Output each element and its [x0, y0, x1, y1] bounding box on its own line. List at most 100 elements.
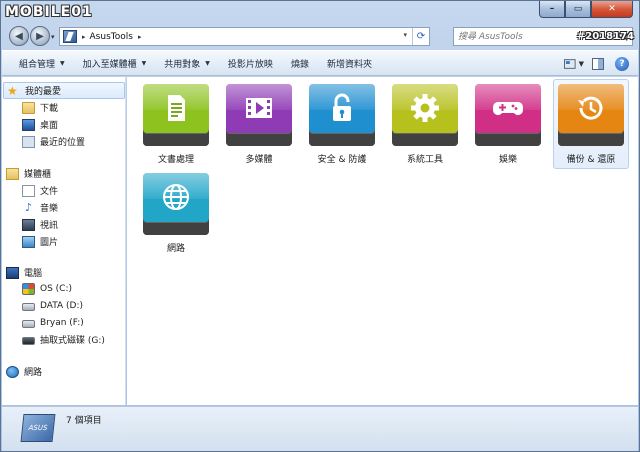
refresh-button[interactable]: ⟳ [412, 28, 429, 45]
new-folder-label: 新增資料夾 [326, 59, 372, 70]
star-icon: ★ [7, 83, 18, 98]
burn-label: 燒錄 [290, 59, 309, 70]
recent-pages-dropdown[interactable]: ▾ [51, 33, 55, 41]
document-library-icon [22, 184, 35, 197]
tile-image [558, 84, 624, 146]
site-watermark: MOBILE01 [5, 4, 93, 20]
add-to-library-button[interactable]: 加入至媒體櫃 ▼ [74, 53, 156, 73]
help-icon: ? [615, 57, 629, 71]
folder-tile[interactable]: 文書處理 [138, 79, 214, 169]
caret-down-icon: ▼ [60, 59, 65, 67]
address-bar[interactable]: ▸ AsusTools ▸ ▾ ⟳ [59, 27, 430, 46]
caret-down-icon: ▼ [578, 60, 584, 68]
tile-image [309, 84, 375, 146]
sidebar-item-favorites[interactable]: ★ 我的最愛 [3, 82, 125, 99]
tile-label: 娛樂 [498, 155, 517, 165]
sidebar-item-desktop[interactable]: 桌面 [22, 116, 58, 133]
maximize-button[interactable]: ▭ [565, 1, 591, 18]
tile-image [143, 173, 209, 235]
lock-icon [333, 93, 351, 121]
organize-button[interactable]: 組合管理 ▼ [2, 53, 74, 73]
hard-drive-icon [22, 319, 35, 328]
picture-icon [22, 235, 35, 248]
breadcrumb-trail-arrow[interactable]: ▸ [138, 33, 142, 41]
preview-pane-button[interactable] [588, 54, 608, 74]
sidebar-item-documents[interactable]: 文件 [22, 182, 58, 199]
caret-down-icon: ▼ [141, 59, 147, 67]
sidebar-label: 最近的位置 [40, 138, 86, 148]
folder-tile[interactable]: 安全 & 防護 [304, 79, 380, 169]
breadcrumb-separator[interactable]: ▸ [82, 33, 86, 41]
music-note-icon: ♪ [24, 200, 33, 214]
sidebar-item-drive-c[interactable]: OS (C:) [22, 280, 72, 297]
arrow-left-icon: ◀ [15, 30, 23, 42]
sidebar-label: Bryan (F:) [40, 317, 84, 328]
slideshow-label: 投影片放映 [227, 59, 273, 70]
view-controls: ▼ ? [560, 54, 632, 74]
sidebar-label: 文件 [40, 187, 59, 197]
sidebar-item-music[interactable]: ♪ 音樂 [22, 199, 58, 216]
folder-tile[interactable]: 娛樂 [470, 79, 546, 169]
forward-button[interactable]: ▶ [30, 26, 50, 46]
explorer-window: MOBILE01 – ▭ ✕ ◀ ▶ ▾ ▸ AsusTools ▸ ▾ ⟳ 搜… [0, 0, 640, 452]
sidebar-item-drive-f[interactable]: Bryan (F:) [22, 314, 84, 331]
status-bar: ASUS 7 個項目 [2, 406, 638, 451]
computer-icon [6, 266, 19, 279]
asus-folder-icon [63, 30, 77, 43]
globe-icon [163, 184, 189, 210]
sidebar-item-drive-d[interactable]: DATA (D:) [22, 297, 83, 314]
share-with-label: 共用對象 [164, 59, 201, 70]
change-view-button[interactable]: ▼ [564, 54, 584, 74]
tile-label: 系統工具 [406, 155, 443, 165]
tile-image [143, 84, 209, 146]
close-button[interactable]: ✕ [591, 1, 633, 18]
file-list: 文書處理 多媒體 安全 & 防護 系統工具 娛樂 備份 & 還原 網路 [127, 77, 638, 405]
sidebar-label: DATA (D:) [40, 300, 84, 311]
document-icon [168, 95, 185, 121]
address-dropdown[interactable]: ▾ [403, 31, 407, 39]
item-count: 7 個項目 [66, 416, 102, 426]
sidebar-label: 我的最愛 [25, 87, 62, 97]
caret-down-icon: ▼ [205, 59, 210, 67]
folder-tile[interactable]: 系統工具 [387, 79, 463, 169]
sidebar-item-pictures[interactable]: 圖片 [22, 233, 58, 250]
sidebar-label: 音樂 [40, 204, 59, 214]
breadcrumb-asustools[interactable]: AsusTools [90, 32, 133, 42]
video-icon [22, 218, 35, 231]
sidebar-label: 圖片 [40, 238, 59, 248]
folder-tile[interactable]: 多媒體 [221, 79, 297, 169]
tile-image [475, 84, 541, 146]
sidebar-item-libraries[interactable]: 媒體櫃 [6, 165, 51, 182]
share-with-button[interactable]: 共用對象 ▼ [155, 53, 219, 73]
slideshow-button[interactable]: 投影片放映 [219, 53, 282, 73]
window-controls: – ▭ ✕ [539, 1, 633, 18]
asus-folder-large-icon: ASUS [20, 414, 56, 442]
burn-button[interactable]: 燒錄 [282, 53, 318, 73]
back-button[interactable]: ◀ [9, 26, 29, 46]
sidebar-label: 視訊 [40, 221, 59, 231]
tile-label: 備份 & 還原 [566, 155, 616, 165]
help-button[interactable]: ? [612, 54, 632, 74]
sidebar-item-drive-g[interactable]: 抽取式磁碟 (G:) [22, 331, 105, 348]
sidebar-label: 媒體櫃 [24, 170, 52, 180]
recent-places-icon [22, 135, 35, 148]
minimize-button[interactable]: – [539, 1, 565, 18]
new-folder-button[interactable]: 新增資料夾 [318, 53, 381, 73]
view-icon [564, 59, 576, 69]
hard-drive-icon [22, 302, 35, 311]
tile-label: 文書處理 [157, 155, 194, 165]
folder-tile[interactable]: 網路 [138, 168, 214, 258]
sidebar-item-videos[interactable]: 視訊 [22, 216, 58, 233]
folder-tile[interactable]: 備份 & 還原 [553, 79, 629, 169]
sidebar-item-computer[interactable]: 電腦 [6, 264, 42, 281]
sidebar-item-downloads[interactable]: 下載 [22, 99, 58, 116]
tile-label: 安全 & 防護 [317, 155, 367, 165]
tile-label: 多媒體 [245, 155, 273, 165]
tile-label: 網路 [166, 244, 185, 254]
navigation-pane: ★ 我的最愛 下載 桌面 最近的位置 媒體櫃 文件 ♪ 音樂 視訊 圖片 電腦 … [2, 77, 126, 405]
sidebar-label: 桌面 [40, 121, 59, 131]
organize-label: 組合管理 [19, 59, 56, 70]
sidebar-label: 網路 [24, 368, 43, 378]
sidebar-item-network[interactable]: 網路 [6, 363, 42, 380]
sidebar-item-recent[interactable]: 最近的位置 [22, 133, 85, 150]
